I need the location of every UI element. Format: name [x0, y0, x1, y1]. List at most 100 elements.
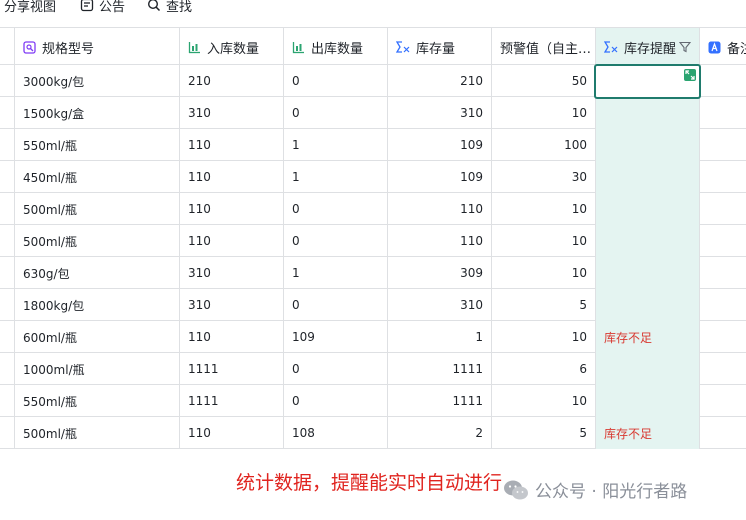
- cell-alert[interactable]: [596, 161, 700, 193]
- cell-remark[interactable]: [700, 321, 746, 353]
- cell-alert[interactable]: [596, 97, 700, 129]
- cell-alert[interactable]: [596, 385, 700, 417]
- cell-alert[interactable]: [596, 353, 700, 385]
- column-header-out[interactable]: 出库数量: [284, 28, 388, 66]
- cell-spec[interactable]: 500ml/瓶: [15, 225, 180, 257]
- cell-out[interactable]: 109: [284, 321, 388, 353]
- cell-warn[interactable]: 10: [492, 225, 596, 257]
- cell-spec[interactable]: 600ml/瓶: [15, 321, 180, 353]
- column-header-alert[interactable]: 库存提醒: [596, 28, 700, 66]
- cell-alert[interactable]: [596, 257, 700, 289]
- cell-stock[interactable]: 109: [388, 129, 492, 161]
- expand-icon[interactable]: [684, 69, 696, 81]
- cell-out[interactable]: 1: [284, 129, 388, 161]
- table-row[interactable]: 550ml/瓶 1111 0 1111 10: [0, 385, 746, 417]
- cell-stock[interactable]: 1111: [388, 385, 492, 417]
- table-row[interactable]: 500ml/瓶 110 0 110 10: [0, 225, 746, 257]
- row-gutter[interactable]: [0, 161, 15, 193]
- cell-stock[interactable]: 2: [388, 417, 492, 449]
- cell-out[interactable]: 1: [284, 257, 388, 289]
- row-gutter[interactable]: [0, 321, 15, 353]
- cell-remark[interactable]: [700, 225, 746, 257]
- column-header-in[interactable]: 入库数量: [180, 28, 284, 66]
- cell-alert[interactable]: [596, 225, 700, 257]
- cell-stock[interactable]: 310: [388, 97, 492, 129]
- cell-in[interactable]: 210: [180, 65, 284, 97]
- column-header-spec[interactable]: 规格型号: [15, 28, 180, 66]
- cell-in[interactable]: 110: [180, 193, 284, 225]
- cell-remark[interactable]: [700, 385, 746, 417]
- cell-remark[interactable]: [700, 353, 746, 385]
- row-gutter[interactable]: [0, 65, 15, 97]
- cell-warn[interactable]: 5: [492, 289, 596, 321]
- cell-warn[interactable]: 10: [492, 385, 596, 417]
- table-row[interactable]: 630g/包 310 1 309 10: [0, 257, 746, 289]
- cell-out[interactable]: 0: [284, 97, 388, 129]
- cell-in[interactable]: 110: [180, 417, 284, 449]
- cell-spec[interactable]: 3000kg/包: [15, 65, 180, 97]
- table-row[interactable]: 1500kg/盒 310 0 310 10: [0, 97, 746, 129]
- cell-warn[interactable]: 6: [492, 353, 596, 385]
- filter-icon[interactable]: [679, 41, 692, 53]
- cell-stock[interactable]: 109: [388, 161, 492, 193]
- cell-alert[interactable]: [596, 289, 700, 321]
- cell-warn[interactable]: 100: [492, 129, 596, 161]
- cell-alert[interactable]: [596, 193, 700, 225]
- cell-spec[interactable]: 500ml/瓶: [15, 193, 180, 225]
- table-row[interactable]: 1000ml/瓶 1111 0 1111 6: [0, 353, 746, 385]
- cell-in[interactable]: 310: [180, 289, 284, 321]
- cell-warn[interactable]: 10: [492, 321, 596, 353]
- cell-stock[interactable]: 309: [388, 257, 492, 289]
- column-header-stock[interactable]: 库存量: [388, 28, 492, 66]
- cell-in[interactable]: 110: [180, 321, 284, 353]
- column-header-warn[interactable]: 预警值（自主…: [492, 28, 596, 66]
- cell-spec[interactable]: 550ml/瓶: [15, 385, 180, 417]
- cell-out[interactable]: 0: [284, 353, 388, 385]
- cell-out[interactable]: 0: [284, 65, 388, 97]
- cell-remark[interactable]: [700, 65, 746, 97]
- cell-remark[interactable]: [700, 289, 746, 321]
- cell-warn[interactable]: 5: [492, 417, 596, 449]
- cell-out[interactable]: 0: [284, 385, 388, 417]
- cell-spec[interactable]: 1000ml/瓶: [15, 353, 180, 385]
- cell-in[interactable]: 310: [180, 97, 284, 129]
- row-gutter[interactable]: [0, 417, 15, 449]
- cell-spec[interactable]: 630g/包: [15, 257, 180, 289]
- table-row[interactable]: 500ml/瓶 110 0 110 10: [0, 193, 746, 225]
- cell-warn[interactable]: 50: [492, 65, 596, 97]
- row-gutter[interactable]: [0, 385, 15, 417]
- cell-in[interactable]: 110: [180, 225, 284, 257]
- cell-warn[interactable]: 10: [492, 193, 596, 225]
- cell-spec[interactable]: 450ml/瓶: [15, 161, 180, 193]
- search-button[interactable]: 查找: [147, 0, 192, 14]
- cell-in[interactable]: 110: [180, 129, 284, 161]
- cell-in[interactable]: 110: [180, 161, 284, 193]
- cell-alert[interactable]: [596, 129, 700, 161]
- cell-stock[interactable]: 110: [388, 193, 492, 225]
- cell-remark[interactable]: [700, 161, 746, 193]
- cell-spec[interactable]: 500ml/瓶: [15, 417, 180, 449]
- cell-remark[interactable]: [700, 417, 746, 449]
- cell-out[interactable]: 0: [284, 193, 388, 225]
- row-gutter[interactable]: [0, 289, 15, 321]
- cell-spec[interactable]: 550ml/瓶: [15, 129, 180, 161]
- selected-cell[interactable]: [594, 64, 701, 99]
- share-view-button[interactable]: 分享视图: [4, 0, 56, 14]
- row-gutter[interactable]: [0, 193, 15, 225]
- cell-in[interactable]: 310: [180, 257, 284, 289]
- cell-warn[interactable]: 10: [492, 257, 596, 289]
- cell-out[interactable]: 0: [284, 289, 388, 321]
- row-gutter[interactable]: [0, 257, 15, 289]
- row-gutter[interactable]: [0, 97, 15, 129]
- table-row[interactable]: 450ml/瓶 110 1 109 30: [0, 161, 746, 193]
- table-row[interactable]: 500ml/瓶 110 108 2 5 库存不足: [0, 417, 746, 449]
- cell-stock[interactable]: 210: [388, 65, 492, 97]
- cell-warn[interactable]: 10: [492, 97, 596, 129]
- row-gutter[interactable]: [0, 353, 15, 385]
- cell-stock[interactable]: 110: [388, 225, 492, 257]
- row-gutter[interactable]: [0, 129, 15, 161]
- cell-warn[interactable]: 30: [492, 161, 596, 193]
- cell-remark[interactable]: [700, 129, 746, 161]
- cell-alert[interactable]: 库存不足: [596, 321, 700, 353]
- cell-spec[interactable]: 1800kg/包: [15, 289, 180, 321]
